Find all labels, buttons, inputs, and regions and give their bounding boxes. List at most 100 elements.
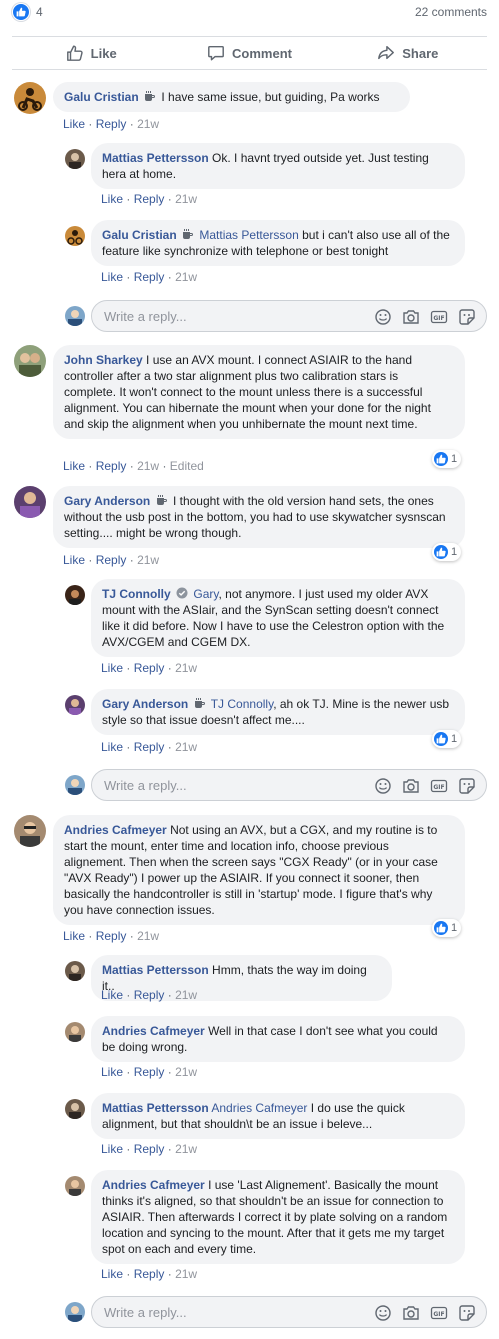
comment-author[interactable]: Galu Cristian <box>102 228 177 242</box>
comment-author[interactable]: John Sharkey <box>64 353 143 367</box>
comment-like-link[interactable]: Like <box>101 1065 123 1079</box>
comments-count-link[interactable]: 22 comments <box>415 5 487 19</box>
share-button[interactable]: Share <box>329 37 487 69</box>
comment-author[interactable]: Galu Cristian <box>64 90 139 104</box>
comment-timestamp[interactable]: 21w <box>137 929 159 943</box>
emoji-icon[interactable] <box>374 308 392 326</box>
avatar[interactable] <box>14 82 46 114</box>
avatar[interactable] <box>65 585 85 605</box>
sticker-icon[interactable] <box>458 308 476 326</box>
gif-icon[interactable]: GIF <box>430 1304 448 1322</box>
mention-link[interactable]: Gary <box>193 587 218 601</box>
avatar[interactable] <box>65 1099 85 1119</box>
sticker-icon[interactable] <box>458 1304 476 1322</box>
comment-like-link[interactable]: Like <box>101 192 123 206</box>
comment-like-link[interactable]: Like <box>101 661 123 675</box>
avatar[interactable] <box>14 815 46 847</box>
avatar[interactable] <box>14 345 46 377</box>
comment-actions: Like · Reply · 21w <box>101 1142 198 1156</box>
reaction-count[interactable]: 1 <box>432 450 462 468</box>
comment-reply-link[interactable]: Reply <box>96 459 127 473</box>
reply-input[interactable]: Write a reply... GIF <box>91 1296 487 1328</box>
comment-author[interactable]: Mattias Pettersson <box>102 963 209 977</box>
comment-like-link[interactable]: Like <box>101 740 123 754</box>
emoji-icon[interactable] <box>374 777 392 795</box>
comment-actions: Like · Reply · 21w · Edited <box>63 459 204 473</box>
like-reaction-icon[interactable] <box>12 3 30 21</box>
comment-bubble: John Sharkey I use an AVX mount. I conne… <box>53 345 465 439</box>
gif-icon[interactable]: GIF <box>430 308 448 326</box>
reaction-count[interactable]: 1 <box>432 919 462 937</box>
comment-timestamp[interactable]: 21w <box>175 1267 197 1281</box>
comment-timestamp[interactable]: 21w <box>175 270 197 284</box>
like-reaction-icon <box>434 452 448 466</box>
edited-label[interactable]: Edited <box>170 459 204 473</box>
comment-reply-link[interactable]: Reply <box>96 929 127 943</box>
comment-author[interactable]: Gary Anderson <box>64 494 150 508</box>
comment-reply-link[interactable]: Reply <box>134 192 165 206</box>
comment-timestamp[interactable]: 21w <box>137 459 159 473</box>
comment-like-link[interactable]: Like <box>101 1142 123 1156</box>
comment-like-link[interactable]: Like <box>101 270 123 284</box>
reply-placeholder: Write a reply... <box>104 309 187 324</box>
avatar[interactable] <box>65 695 85 715</box>
comment-timestamp[interactable]: 21w <box>175 1142 197 1156</box>
like-count[interactable]: 4 <box>36 5 43 19</box>
camera-icon[interactable] <box>402 308 420 326</box>
comment-author[interactable]: Gary Anderson <box>102 697 188 711</box>
comment-author[interactable]: Andries Cafmeyer <box>102 1024 205 1038</box>
mention-link[interactable]: Mattias Pettersson <box>199 228 298 242</box>
comment-author[interactable]: Andries Cafmeyer <box>64 823 167 837</box>
comment-like-link[interactable]: Like <box>63 929 85 943</box>
reaction-count[interactable]: 1 <box>432 543 462 561</box>
mention-link[interactable]: Andries Cafmeyer <box>211 1101 307 1115</box>
mention-link[interactable]: TJ Connolly <box>211 697 273 711</box>
avatar[interactable] <box>14 486 46 518</box>
comment-timestamp[interactable]: 21w <box>175 192 197 206</box>
comment-author[interactable]: Mattias Pettersson <box>102 151 209 165</box>
comment-bubble: Gary Anderson I thought with the old ver… <box>53 486 465 548</box>
gif-icon[interactable]: GIF <box>430 777 448 795</box>
reply-input[interactable]: Write a reply... GIF <box>91 300 487 332</box>
reaction-count[interactable]: 1 <box>432 730 462 748</box>
comment-author[interactable]: Mattias Pettersson <box>102 1101 209 1115</box>
avatar[interactable] <box>65 1022 85 1042</box>
comment-reply-link[interactable]: Reply <box>134 270 165 284</box>
comment-like-link[interactable]: Like <box>101 1267 123 1281</box>
comment-reply-link[interactable]: Reply <box>134 988 165 1002</box>
comment-reply-link[interactable]: Reply <box>134 661 165 675</box>
avatar[interactable] <box>65 1176 85 1196</box>
comment-like-link[interactable]: Like <box>101 988 123 1002</box>
comment-reply-link[interactable]: Reply <box>96 117 127 131</box>
comment-reply-link[interactable]: Reply <box>134 740 165 754</box>
camera-icon[interactable] <box>402 777 420 795</box>
comment-like-link[interactable]: Like <box>63 553 85 567</box>
comment-timestamp[interactable]: 21w <box>137 117 159 131</box>
my-avatar <box>65 775 85 795</box>
comment-reply-link[interactable]: Reply <box>96 553 127 567</box>
comment-like-link[interactable]: Like <box>63 117 85 131</box>
comment-timestamp[interactable]: 21w <box>175 1065 197 1079</box>
avatar[interactable] <box>65 226 85 246</box>
comment-author[interactable]: Andries Cafmeyer <box>102 1178 205 1192</box>
avatar[interactable] <box>65 149 85 169</box>
camera-icon[interactable] <box>402 1304 420 1322</box>
like-button[interactable]: Like <box>12 37 170 69</box>
comment-button[interactable]: Comment <box>170 37 328 69</box>
comment-timestamp[interactable]: 21w <box>175 988 197 1002</box>
comment-reply-link[interactable]: Reply <box>134 1065 165 1079</box>
reply-input[interactable]: Write a reply... GIF <box>91 769 487 801</box>
comment-timestamp[interactable]: 21w <box>137 553 159 567</box>
emoji-icon[interactable] <box>374 1304 392 1322</box>
sticker-icon[interactable] <box>458 777 476 795</box>
avatar[interactable] <box>65 961 85 981</box>
comment-like-link[interactable]: Like <box>63 459 85 473</box>
reaction-summary-bar: 4 22 comments <box>0 0 499 24</box>
comment-timestamp[interactable]: 21w <box>175 661 197 675</box>
comment-bubble: Andries Cafmeyer Not using an AVX, but a… <box>53 815 465 925</box>
comment-timestamp[interactable]: 21w <box>175 740 197 754</box>
comment-author[interactable]: TJ Connolly <box>102 587 171 601</box>
comment-reply-link[interactable]: Reply <box>134 1267 165 1281</box>
comment-reply-link[interactable]: Reply <box>134 1142 165 1156</box>
comment-bubble: Gary Anderson TJ Connolly, ah ok TJ. Min… <box>91 689 465 735</box>
